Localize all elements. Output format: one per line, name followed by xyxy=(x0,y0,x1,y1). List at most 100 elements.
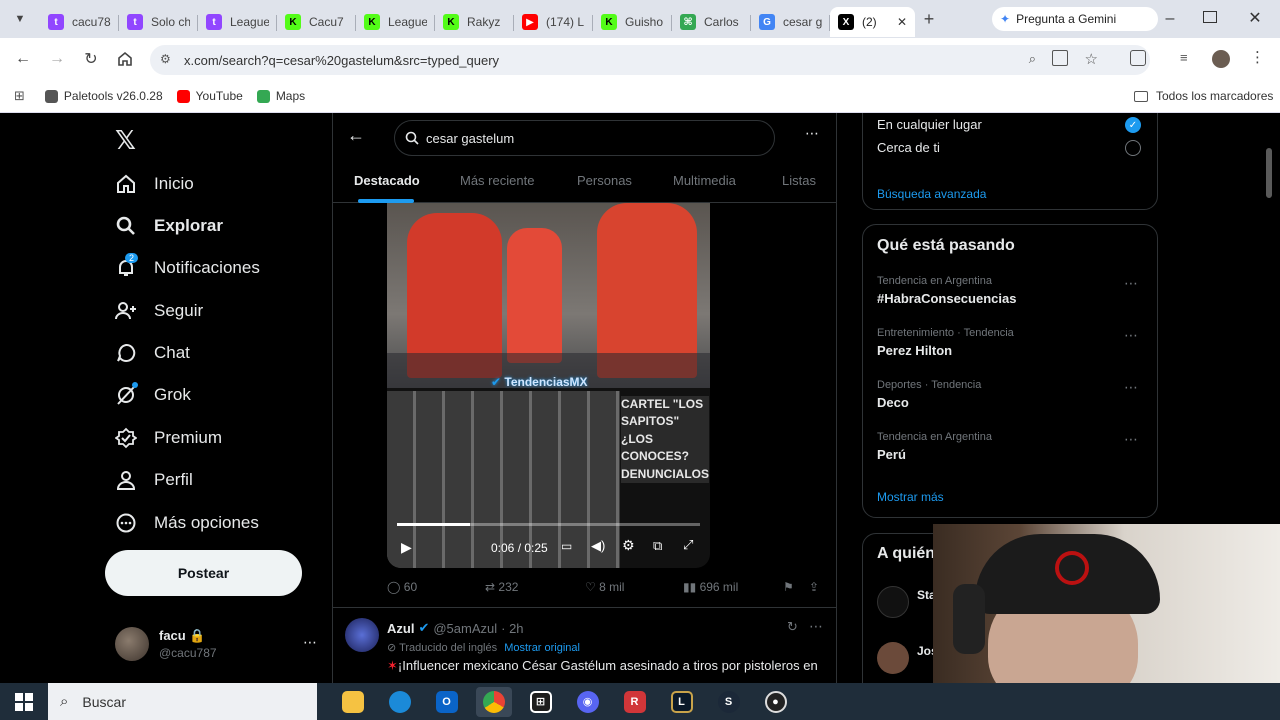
fullscreen-icon[interactable]: ⤢ xyxy=(683,537,693,553)
like-button[interactable]: ♡ 8 mil xyxy=(585,580,624,594)
account-switcher[interactable]: facu 🔒 @cacu787 ⋯ xyxy=(115,626,325,662)
page-scrollbar[interactable] xyxy=(1266,148,1272,198)
browser-tab[interactable]: K Rakyz xyxy=(435,7,514,37)
trend-more-icon[interactable]: ⋯ xyxy=(1124,327,1139,344)
browser-menu-icon[interactable]: ⋮ xyxy=(1250,48,1265,66)
nav-item-chat[interactable]: Chat xyxy=(115,342,190,364)
nav-item-inicio[interactable]: Inicio xyxy=(115,173,194,195)
show-original-link[interactable]: Mostrar original xyxy=(504,642,580,654)
close-window-button[interactable]: ✕ xyxy=(1245,8,1265,28)
restore-button[interactable] xyxy=(1203,11,1217,23)
extensions-icon[interactable] xyxy=(1130,50,1146,66)
browser-tab[interactable]: K Guisho xyxy=(593,7,672,37)
apps-icon[interactable]: ⊞ xyxy=(14,88,25,104)
advanced-search-link[interactable]: Búsqueda avanzada xyxy=(877,187,986,201)
trend-item[interactable]: Entretenimiento · Tendencia Perez Hilton ⋯ xyxy=(877,327,1147,358)
browser-tab[interactable]: ⌘ Carlos xyxy=(672,7,751,37)
gemini-button[interactable]: ✦ Pregunta a Gemini xyxy=(992,7,1158,31)
author-name[interactable]: Azul xyxy=(387,621,414,636)
post-button[interactable]: Postear xyxy=(105,550,302,596)
profile-avatar[interactable] xyxy=(1212,50,1230,68)
discord-icon[interactable]: ◉ xyxy=(570,687,606,717)
post-more-icon[interactable]: ⋯ xyxy=(809,618,823,635)
trend-item[interactable]: Tendencia en Argentina #HabraConsecuencia… xyxy=(877,275,1147,306)
back-button[interactable]: ← xyxy=(6,42,40,76)
media-controls-icon[interactable]: ≡ xyxy=(1180,50,1188,65)
nav-item-notificaciones[interactable]: 2 Notificaciones xyxy=(115,253,260,279)
search-tab[interactable]: Más reciente xyxy=(460,173,534,188)
site-info-icon[interactable]: ⚙ xyxy=(160,52,171,66)
pip-icon[interactable]: ⧉ xyxy=(653,538,662,554)
browser-tab[interactable]: X (2) ✕ xyxy=(830,7,915,37)
windows-start-icon[interactable] xyxy=(0,683,48,720)
all-bookmarks[interactable]: Todos los marcadores xyxy=(1134,89,1273,103)
file-explorer-icon[interactable] xyxy=(335,687,371,717)
browser-tab[interactable]: t Solo ch xyxy=(119,7,198,37)
taskbar-search[interactable]: ⌕ Buscar xyxy=(48,683,317,720)
volume-icon[interactable]: ◀) xyxy=(591,538,605,554)
obs-icon[interactable]: ● xyxy=(758,687,794,717)
steam-icon[interactable]: S xyxy=(711,687,747,717)
search-tab[interactable]: Multimedia xyxy=(673,173,736,188)
bookmark-item[interactable]: YouTube xyxy=(176,89,243,103)
bookmark-icon[interactable]: ⚑ xyxy=(783,580,794,594)
trend-more-icon[interactable]: ⋯ xyxy=(1124,379,1139,396)
new-tab-button[interactable]: + xyxy=(915,2,943,36)
home-button[interactable] xyxy=(108,42,142,76)
bookmark-item[interactable]: Maps xyxy=(256,89,305,103)
riot-client-icon[interactable]: R xyxy=(617,687,653,717)
nav-item-seguir[interactable]: Seguir xyxy=(115,300,203,322)
trend-more-icon[interactable]: ⋯ xyxy=(1124,275,1139,292)
next-post[interactable]: Azul ✔ @5amAzul · 2h ↻ ⋯ ⊘ Traducido del… xyxy=(333,608,836,683)
play-icon[interactable]: ▶ xyxy=(401,539,412,556)
forward-button[interactable]: → xyxy=(40,42,74,76)
nav-item-perfil[interactable]: Perfil xyxy=(115,469,193,491)
league-icon[interactable]: L xyxy=(664,687,700,717)
nav-item-explorar[interactable]: Explorar xyxy=(115,215,223,237)
browser-tab[interactable]: K Cacu7 xyxy=(277,7,356,37)
minimize-button[interactable]: – xyxy=(1160,10,1180,28)
bookmark-item[interactable]: Paletools v26.0.28 xyxy=(44,89,163,103)
install-icon[interactable] xyxy=(1052,50,1068,66)
views-button[interactable]: ▮▮ 696 mil xyxy=(683,580,738,594)
reload-button[interactable]: ↻ xyxy=(74,42,108,76)
grok-icon[interactable]: ↻ xyxy=(787,619,798,635)
search-options-icon[interactable]: ⋯ xyxy=(805,125,819,142)
browser-tab[interactable]: ▶ (174) L xyxy=(514,7,593,37)
chrome-icon[interactable] xyxy=(475,686,512,717)
zoom-icon[interactable]: ⌕ xyxy=(1029,51,1036,67)
browser-tab[interactable]: K League xyxy=(356,7,435,37)
reply-button[interactable]: ◯ 60 xyxy=(387,580,417,594)
location-option-near[interactable]: Cerca de ti xyxy=(877,140,1147,156)
nav-item-mas-opciones[interactable]: Más opciones xyxy=(115,512,259,534)
share-icon[interactable]: ⇪ xyxy=(809,580,819,594)
captions-icon[interactable]: ▭ xyxy=(561,539,572,553)
video-progress-track[interactable] xyxy=(397,523,700,526)
bookmark-star-icon[interactable]: ☆ xyxy=(1085,50,1098,68)
search-tab[interactable]: Listas xyxy=(782,173,816,188)
video-player[interactable]: ✔ TendenciasMX CARTEL "LOS SAPITOS" ¿LOS… xyxy=(387,203,710,568)
trend-more-icon[interactable]: ⋯ xyxy=(1124,431,1139,448)
search-tab[interactable]: Destacado xyxy=(354,173,420,188)
browser-tab[interactable]: t cacu78 xyxy=(40,7,119,37)
trend-item[interactable]: Tendencia en Argentina Perú ⋯ xyxy=(877,431,1147,462)
store-icon[interactable]: ⊞ xyxy=(523,687,559,717)
outlook-icon[interactable]: O xyxy=(429,687,465,717)
browser-tab[interactable]: t League xyxy=(198,7,277,37)
browser-tab[interactable]: Gcesar g xyxy=(751,7,830,37)
search-tab[interactable]: Personas xyxy=(577,173,632,188)
repost-button[interactable]: ⇄ 232 xyxy=(485,580,518,594)
account-more-icon[interactable]: ⋯ xyxy=(303,634,317,651)
follow-suggestion[interactable]: Jos xyxy=(877,642,938,674)
follow-suggestion[interactable]: Sta xyxy=(877,586,936,618)
location-option-anywhere[interactable]: En cualquier lugar ✓ xyxy=(877,117,1147,133)
nav-item-premium[interactable]: Premium xyxy=(115,427,222,449)
settings-icon[interactable]: ⚙ xyxy=(622,537,635,554)
trend-item[interactable]: Deportes · Tendencia Deco ⋯ xyxy=(877,379,1147,410)
x-logo-icon[interactable]: 𝕏 xyxy=(115,125,136,156)
edge-icon[interactable] xyxy=(382,687,418,717)
show-more-link[interactable]: Mostrar más xyxy=(877,490,944,504)
back-arrow-icon[interactable]: ← xyxy=(347,125,365,146)
nav-item-grok[interactable]: Grok xyxy=(115,382,191,406)
url-field[interactable]: ⚙ x.com/search?q=cesar%20gastelum&src=ty… xyxy=(150,45,1150,75)
